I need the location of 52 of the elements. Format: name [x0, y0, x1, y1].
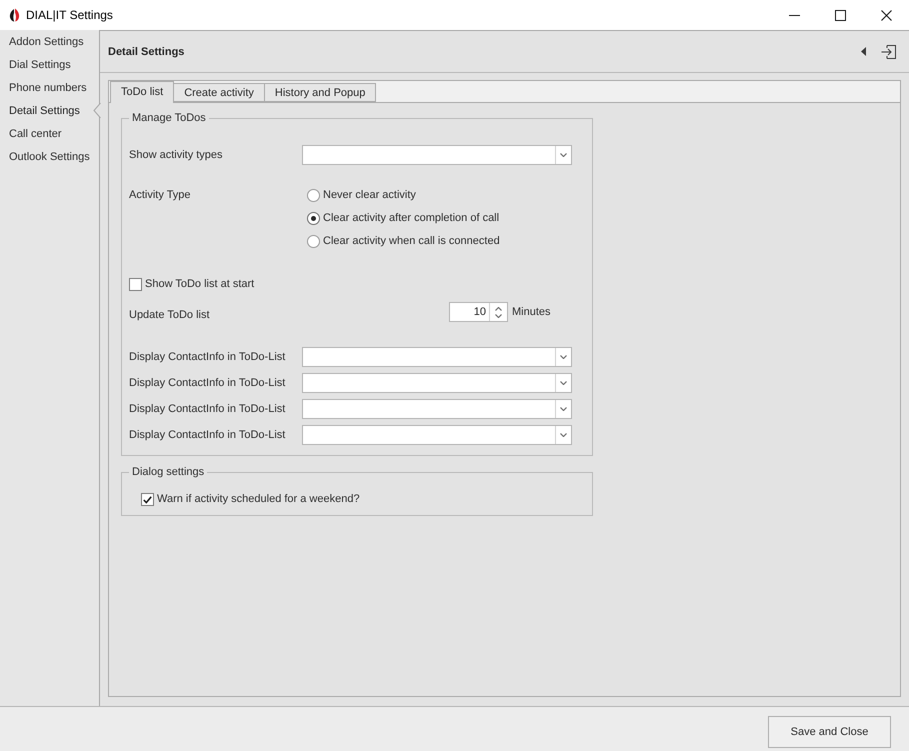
minimize-icon[interactable] — [788, 14, 800, 16]
checkbox-label[interactable]: Warn if activity scheduled for a weekend? — [157, 493, 360, 506]
checkbox[interactable] — [129, 278, 142, 291]
dropdown-field[interactable] — [302, 399, 572, 419]
sidebar-item[interactable]: Call center — [0, 122, 99, 145]
chevron-up-icon — [495, 306, 502, 310]
field-label: Display ContactInfo in ToDo-List — [129, 376, 286, 390]
field-label: Display ContactInfo in ToDo-List — [129, 402, 286, 416]
checkmark-icon — [143, 496, 152, 504]
radio-label[interactable]: Clear activity after completion of call — [323, 212, 500, 225]
tab[interactable]: ToDo list — [110, 81, 174, 103]
sidebar-item[interactable]: Phone numbers — [0, 76, 99, 99]
chevron-down-icon — [560, 355, 567, 359]
field-label: Display ContactInfo in ToDo-List — [129, 428, 286, 442]
radio-button[interactable] — [307, 189, 320, 202]
tab[interactable]: History and Popup — [264, 83, 376, 102]
checkbox-label[interactable]: Show ToDo list at start — [145, 278, 254, 291]
radio-label[interactable]: Clear activity when call is connected — [323, 235, 500, 248]
arrow-into-box-icon[interactable] — [881, 44, 897, 60]
window-title: DIAL|IT Settings — [26, 7, 113, 23]
field-label: Activity Type — [129, 189, 192, 202]
radio-label[interactable]: Never clear activity — [323, 189, 416, 202]
dropdown-field[interactable] — [302, 145, 572, 165]
maximize-icon[interactable] — [834, 10, 846, 20]
chevron-down-icon — [560, 381, 567, 385]
app-logo-icon — [9, 8, 20, 22]
sidebar-item[interactable]: Outlook Settings — [0, 145, 99, 168]
radio-button[interactable] — [307, 212, 320, 225]
field-label: Update ToDo list — [129, 309, 211, 322]
field-label: Show activity types — [129, 148, 224, 162]
group-title: Dialog settings — [131, 466, 206, 479]
tab[interactable]: Create activity — [173, 83, 265, 102]
sidebar-item[interactable]: Dial Settings — [0, 53, 99, 76]
checkbox[interactable] — [141, 493, 154, 506]
field-label: Display ContactInfo in ToDo-List — [129, 350, 286, 364]
chevron-down-icon — [560, 433, 567, 437]
chevron-down-icon — [560, 153, 567, 157]
spin-field[interactable]: 10 — [449, 302, 508, 322]
dropdown-field[interactable] — [302, 347, 572, 367]
save-and-close-button[interactable]: Save and Close — [768, 716, 891, 748]
chevron-down-icon — [495, 314, 502, 318]
sidebar-item[interactable]: Addon Settings — [0, 30, 99, 53]
dropdown-field[interactable] — [302, 425, 572, 445]
chevron-down-icon — [560, 407, 567, 411]
radio-button[interactable] — [307, 235, 320, 248]
close-icon[interactable] — [880, 10, 892, 20]
caret-left-icon[interactable] — [861, 47, 866, 56]
group-title: Manage ToDos — [131, 112, 207, 125]
sidebar-item[interactable]: Detail Settings — [0, 99, 99, 122]
header-title: Detail Settings — [108, 46, 184, 58]
unit-label: Minutes — [512, 305, 551, 320]
dropdown-field[interactable] — [302, 373, 572, 393]
